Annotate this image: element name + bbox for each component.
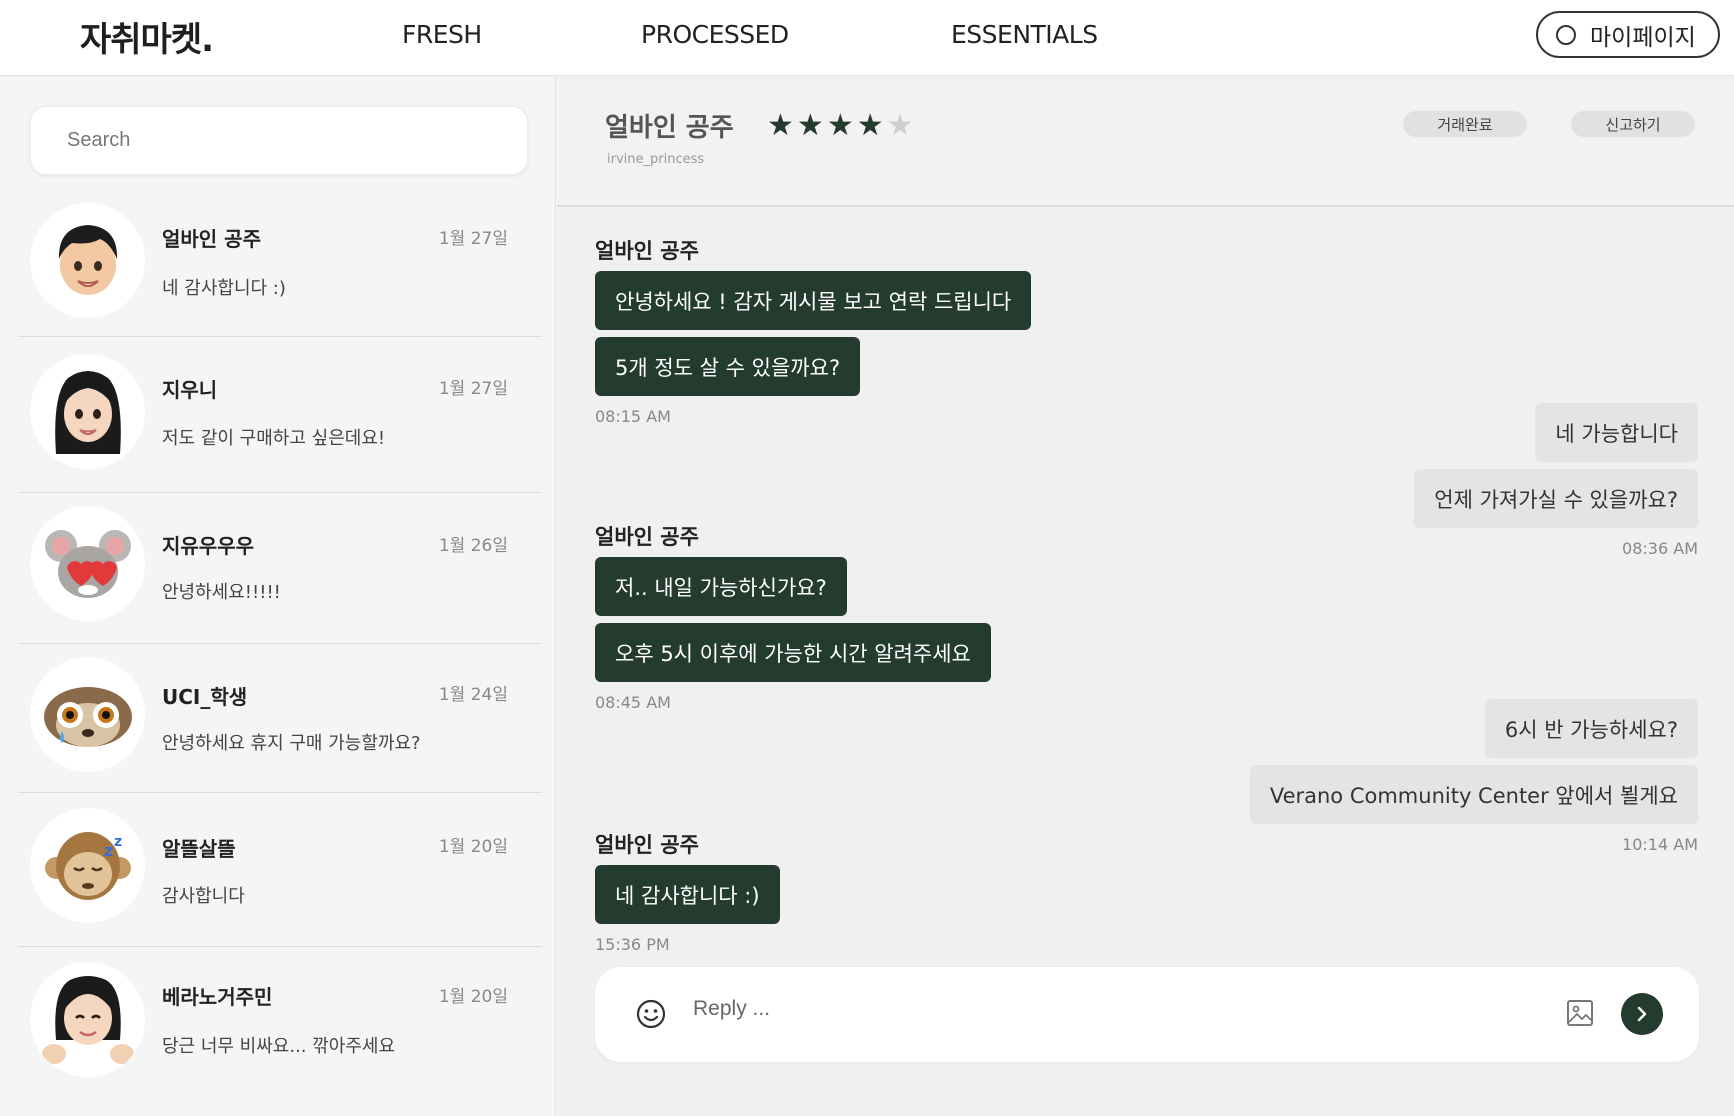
avatar — [30, 506, 145, 621]
star-icon: ★ — [826, 108, 857, 143]
conversation-date: 1월 24일 — [438, 685, 508, 705]
conversation-name: 알뜰살뜰 — [162, 837, 236, 861]
logo[interactable]: 자취마켓. — [80, 12, 214, 61]
conversation-preview: 네 감사합니다 :) — [162, 278, 286, 299]
svg-text:z: z — [114, 834, 122, 850]
message-time: 08:36 AM — [1622, 539, 1698, 558]
conversation-name: 얼바인 공주 — [162, 227, 261, 251]
conversation-name: 베라노거주민 — [162, 985, 273, 1009]
message-sender: 얼바인 공주 — [595, 525, 699, 549]
avatar — [30, 203, 145, 318]
avatar: z z — [30, 808, 145, 923]
incoming-message: 안녕하세요 ! 감자 게시물 보고 연락 드립니다 — [595, 271, 1032, 330]
star-icon: ★ — [796, 108, 827, 143]
avatar — [30, 354, 145, 469]
conversation-date: 1월 27일 — [438, 379, 508, 399]
reply-input[interactable] — [693, 997, 1493, 1021]
rating-stars: ★★★★★ — [767, 108, 917, 143]
outgoing-message: Verano Community Center 앞에서 뵐게요 — [1249, 765, 1698, 824]
outgoing-message: 6시 반 가능하세요? — [1484, 699, 1698, 758]
message-time: 15:36 PM — [595, 935, 670, 954]
circle-icon — [1556, 24, 1576, 45]
search-input[interactable] — [67, 129, 487, 152]
send-button[interactable] — [1621, 993, 1663, 1035]
avatar — [30, 962, 145, 1077]
message-sender: 얼바인 공주 — [595, 239, 699, 263]
message-time: 08:15 AM — [595, 407, 671, 426]
conversation-date: 1월 27일 — [438, 229, 508, 249]
star-icon: ★ — [856, 108, 887, 143]
conversation-preview: 당근 너무 비싸요... 깎아주세요 — [162, 1036, 396, 1057]
conversation-item[interactable]: 지유우우우 1월 26일 안녕하세요!!!!! — [18, 506, 542, 644]
outgoing-message: 언제 가져가실 수 있을까요? — [1414, 469, 1698, 528]
outgoing-message: 네 가능합니다 — [1535, 403, 1698, 462]
conversation-name: 지우니 — [162, 378, 218, 402]
report-button[interactable]: 신고하기 — [1571, 111, 1695, 137]
search-box[interactable] — [30, 106, 528, 175]
chat-partner-name: 얼바인 공주 — [605, 113, 734, 143]
nav-processed[interactable]: PROCESSED — [641, 20, 789, 49]
star-icon: ★ — [767, 108, 797, 143]
complete-transaction-button[interactable]: 거래완료 — [1403, 111, 1527, 137]
conversation-preview: 저도 같이 구매하고 싶은데요! — [162, 428, 386, 449]
chat-header: 얼바인 공주 irvine_princess ★★★★★ 거래완료 신고하기 — [557, 77, 1734, 207]
smile-icon[interactable] — [635, 998, 667, 1030]
chat-partner-username: irvine_princess — [607, 152, 705, 167]
conversation-item[interactable]: UCI_학생 1월 24일 안녕하세요 휴지 구매 가능할까요? — [18, 657, 542, 793]
nav-essentials[interactable]: ESSENTIALS — [951, 20, 1098, 49]
chevron-right-icon — [1637, 1006, 1647, 1022]
image-icon[interactable] — [1565, 998, 1595, 1028]
conversation-date: 1월 20일 — [438, 987, 508, 1007]
conversation-item[interactable]: z z 알뜰살뜰 1월 20일 감사합니다 — [18, 808, 542, 947]
message-time: 10:14 AM — [1622, 835, 1698, 854]
incoming-message: 5개 정도 살 수 있을까요? — [595, 337, 861, 396]
conversation-item[interactable]: 얼바인 공주 1월 27일 네 감사합니다 :) — [18, 203, 542, 337]
conversation-item[interactable]: 지우니 1월 27일 저도 같이 구매하고 싶은데요! — [18, 354, 542, 493]
conversation-preview: 안녕하세요 휴지 구매 가능할까요? — [162, 733, 421, 754]
conversation-name: UCI_학생 — [162, 685, 248, 709]
nav-fresh[interactable]: FRESH — [402, 20, 482, 49]
conversation-preview: 감사합니다 — [162, 886, 245, 907]
mypage-button[interactable]: 마이페이지 — [1536, 11, 1720, 58]
mypage-label: 마이페이지 — [1590, 24, 1696, 51]
star-icon: ★ — [886, 108, 917, 143]
conversation-preview: 안녕하세요!!!!! — [162, 582, 281, 603]
conversation-date: 1월 26일 — [438, 536, 508, 556]
message-time: 08:45 AM — [595, 693, 671, 712]
incoming-message: 오후 5시 이후에 가능한 시간 알려주세요 — [595, 623, 991, 682]
conversation-name: 지유우우우 — [162, 534, 254, 558]
message-sender: 얼바인 공주 — [595, 833, 699, 857]
avatar — [30, 657, 145, 772]
incoming-message: 저.. 내일 가능하신가요? — [595, 557, 847, 616]
conversation-item[interactable]: 베라노거주민 1월 20일 당근 너무 비싸요... 깎아주세요 — [18, 962, 542, 1103]
svg-text:z: z — [104, 841, 113, 860]
top-nav: 자취마켓. FRESH PROCESSED ESSENTIALS 마이페이지 — [0, 0, 1734, 76]
reply-bar — [595, 967, 1699, 1062]
conversation-sidebar: 얼바인 공주 1월 27일 네 감사합니다 :) 지우니 1월 27일 저도 같… — [0, 77, 556, 1116]
chat-pane: 얼바인 공주 irvine_princess ★★★★★ 거래완료 신고하기 얼… — [557, 77, 1734, 1116]
conversation-date: 1월 20일 — [438, 837, 508, 857]
incoming-message: 네 감사합니다 :) — [595, 865, 780, 924]
